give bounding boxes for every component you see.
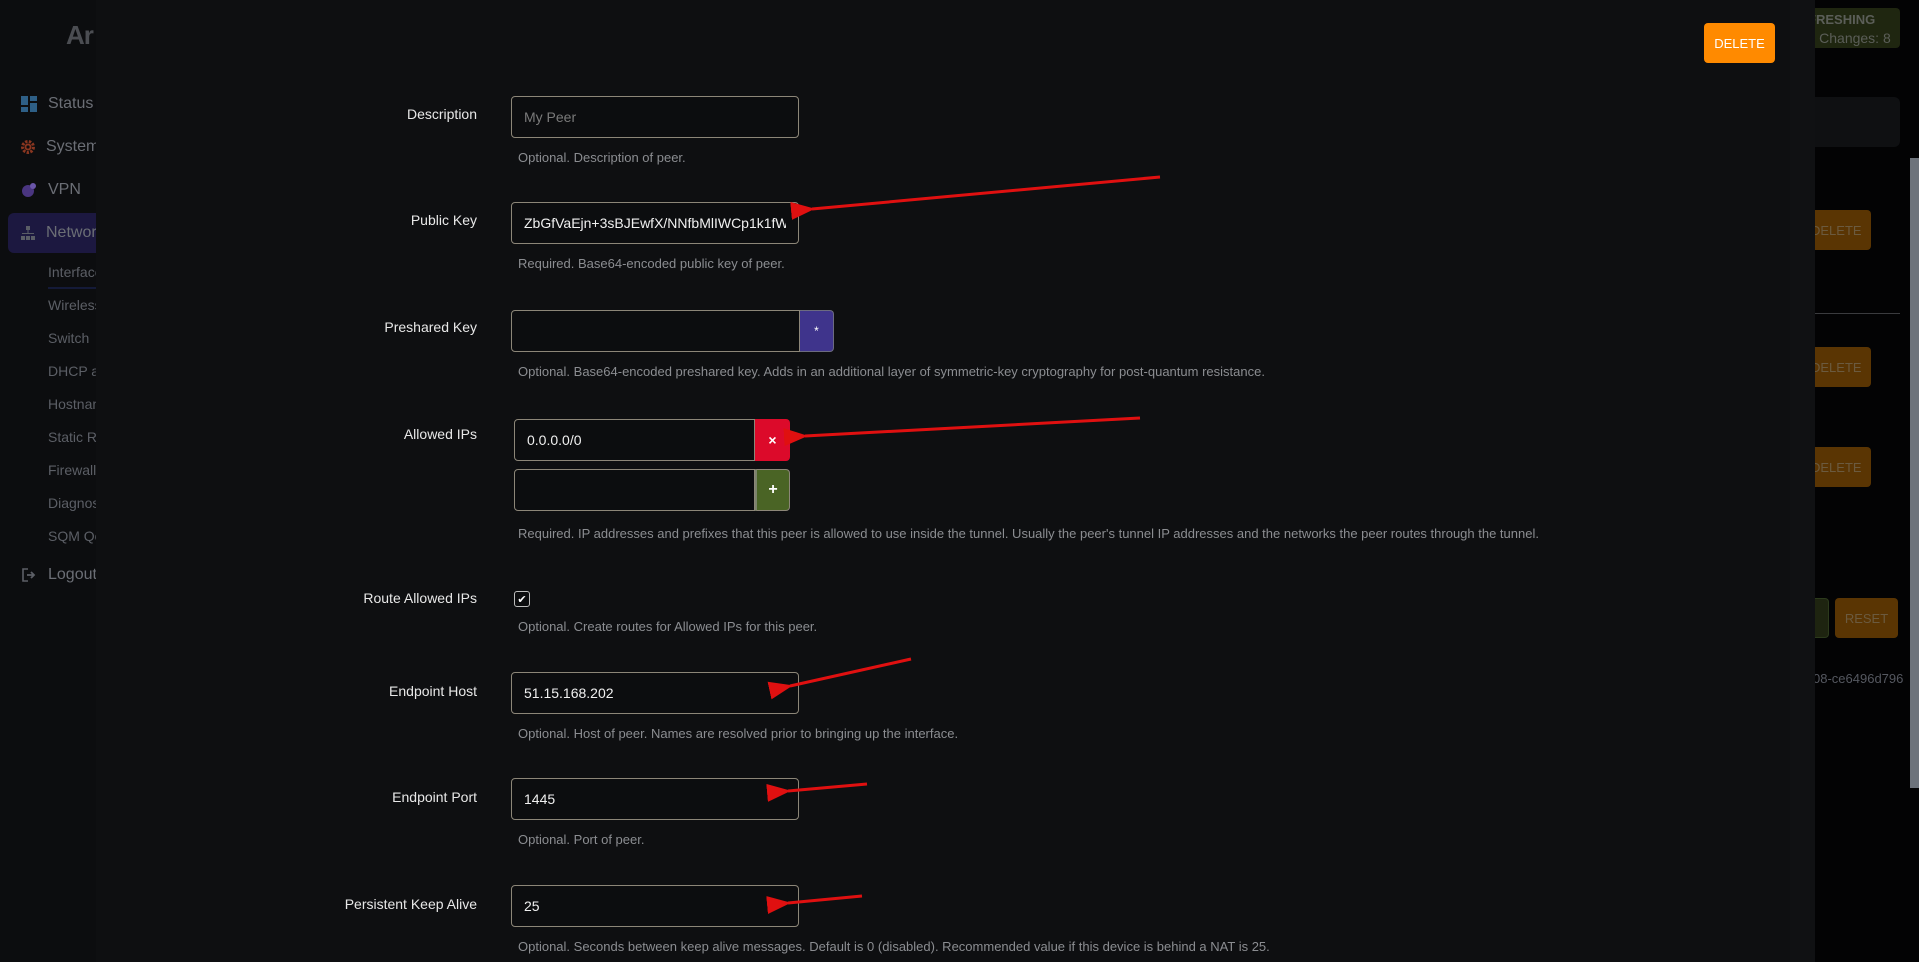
peer-edit-modal	[96, 0, 1815, 962]
preshared-key-hint: Optional. Base64-encoded preshared key. …	[518, 364, 1265, 379]
vpn-globe-icon	[20, 181, 38, 199]
sidebar-subitem-switch[interactable]: Switch	[48, 330, 98, 346]
sidebar-subitem-interfaces[interactable]: Interfaces	[48, 264, 98, 280]
background-delete-button[interactable]: DELETE	[1815, 347, 1871, 387]
plus-icon: +	[768, 481, 778, 498]
delete-label: DELETE	[1815, 222, 1862, 238]
logout-icon	[20, 566, 38, 584]
delete-peer-button[interactable]: DELETE	[1704, 23, 1775, 63]
endpoint-port-hint: Optional. Port of peer.	[518, 832, 645, 847]
sidebar-subitem-firewall[interactable]: Firewall	[48, 462, 98, 478]
endpoint-host-input[interactable]	[511, 672, 799, 714]
background-delete-button[interactable]: DELETE	[1815, 447, 1871, 487]
allowed-ip-input[interactable]	[514, 419, 755, 461]
reveal-key-button[interactable]: *	[800, 310, 834, 352]
checkmark-icon: ✔	[517, 593, 527, 606]
version-hash: 08-ce6496d796	[1815, 671, 1915, 686]
route-allowed-ips-label: Route Allowed IPs	[363, 590, 477, 606]
sidebar-item-logout[interactable]: Logout	[8, 555, 98, 595]
sidebar: Ar Status System VPN Network Interface	[0, 0, 98, 962]
route-allowed-ips-hint: Optional. Create routes for Allowed IPs …	[518, 619, 818, 634]
persistent-keepalive-hint: Optional. Seconds between keep alive mes…	[518, 939, 1270, 954]
close-icon: ×	[768, 432, 777, 448]
add-allowed-ip-button[interactable]: +	[755, 469, 790, 511]
public-key-input[interactable]	[511, 202, 799, 244]
sidebar-subitem-dhcp[interactable]: DHCP and DNS	[48, 363, 98, 379]
sidebar-subitem-wireless[interactable]: Wireless	[48, 297, 98, 313]
remove-allowed-ip-button[interactable]: ×	[755, 419, 790, 461]
delete-label: DELETE	[1815, 359, 1862, 375]
sidebar-item-label: Network	[46, 224, 98, 241]
endpoint-port-label: Endpoint Port	[392, 789, 477, 805]
persistent-keepalive-input[interactable]	[511, 885, 799, 927]
description-input[interactable]	[511, 96, 799, 138]
sidebar-item-label: Logout	[48, 566, 97, 583]
unsaved-changes: Unsaved Changes: 8	[1815, 30, 1891, 46]
badge-status: REFRESHING	[1815, 12, 1876, 27]
description-label: Description	[406, 106, 477, 122]
asterisk-icon: *	[814, 324, 819, 338]
preshared-key-label: Preshared Key	[384, 319, 477, 335]
background-panel	[1815, 97, 1900, 147]
sidebar-subitem-diagnostics[interactable]: Diagnostics	[48, 495, 98, 511]
background-delete-button[interactable]: DELETE	[1815, 210, 1871, 250]
page-scrollbar[interactable]	[1910, 158, 1919, 788]
preshared-key-group: *	[511, 310, 834, 352]
allowed-ip-row: ×	[514, 419, 790, 461]
preshared-key-input[interactable]	[511, 310, 800, 352]
background-save-apply-button[interactable]	[1815, 598, 1829, 638]
endpoint-host-hint: Optional. Host of peer. Names are resolv…	[518, 726, 959, 741]
allowed-ips-hint: Required. IP addresses and prefixes that…	[518, 526, 1539, 541]
gear-icon	[20, 138, 36, 156]
sidebar-item-label: VPN	[48, 181, 81, 198]
endpoint-port-input[interactable]	[511, 778, 799, 820]
active-subitem-indicator	[48, 287, 98, 289]
sidebar-item-vpn[interactable]: VPN	[8, 170, 98, 210]
allowed-ip-new-row: +	[514, 469, 790, 511]
network-tree-icon	[20, 224, 36, 242]
sidebar-subitem-sqm[interactable]: SQM QoS	[48, 528, 98, 544]
description-hint: Optional. Description of peer.	[518, 150, 686, 165]
modal-edge	[1790, 0, 1815, 962]
page: Ar Status System VPN Network Interface	[0, 0, 1919, 962]
logo: Ar	[66, 20, 94, 50]
hash-text: 08-ce6496d796	[1815, 671, 1904, 686]
dashboard-icon	[20, 95, 38, 113]
route-allowed-ips-checkbox[interactable]: ✔	[514, 591, 530, 607]
sidebar-item-label: System	[46, 138, 98, 155]
refreshing-badge: REFRESHING Unsaved Changes: 8	[1815, 8, 1900, 48]
sidebar-item-label: Status	[48, 95, 94, 112]
sidebar-item-status[interactable]: Status	[8, 84, 98, 124]
new-allowed-ip-input[interactable]	[514, 469, 755, 511]
delete-label: DELETE	[1815, 459, 1862, 475]
endpoint-host-label: Endpoint Host	[389, 683, 477, 699]
divider	[1815, 313, 1900, 314]
sidebar-item-network[interactable]: Network	[8, 213, 98, 253]
sidebar-subitem-hostnames[interactable]: Hostnames	[48, 396, 98, 412]
public-key-label: Public Key	[410, 212, 477, 228]
persistent-keepalive-label: Persistent Keep Alive	[344, 896, 477, 912]
background-reset-button[interactable]: RESET	[1835, 598, 1898, 638]
sidebar-item-system[interactable]: System	[8, 127, 98, 167]
public-key-hint: Required. Base64-encoded public key of p…	[518, 256, 785, 271]
allowed-ips-label: Allowed IPs	[403, 426, 477, 442]
sidebar-subitem-static-routes[interactable]: Static Routes	[48, 429, 98, 445]
